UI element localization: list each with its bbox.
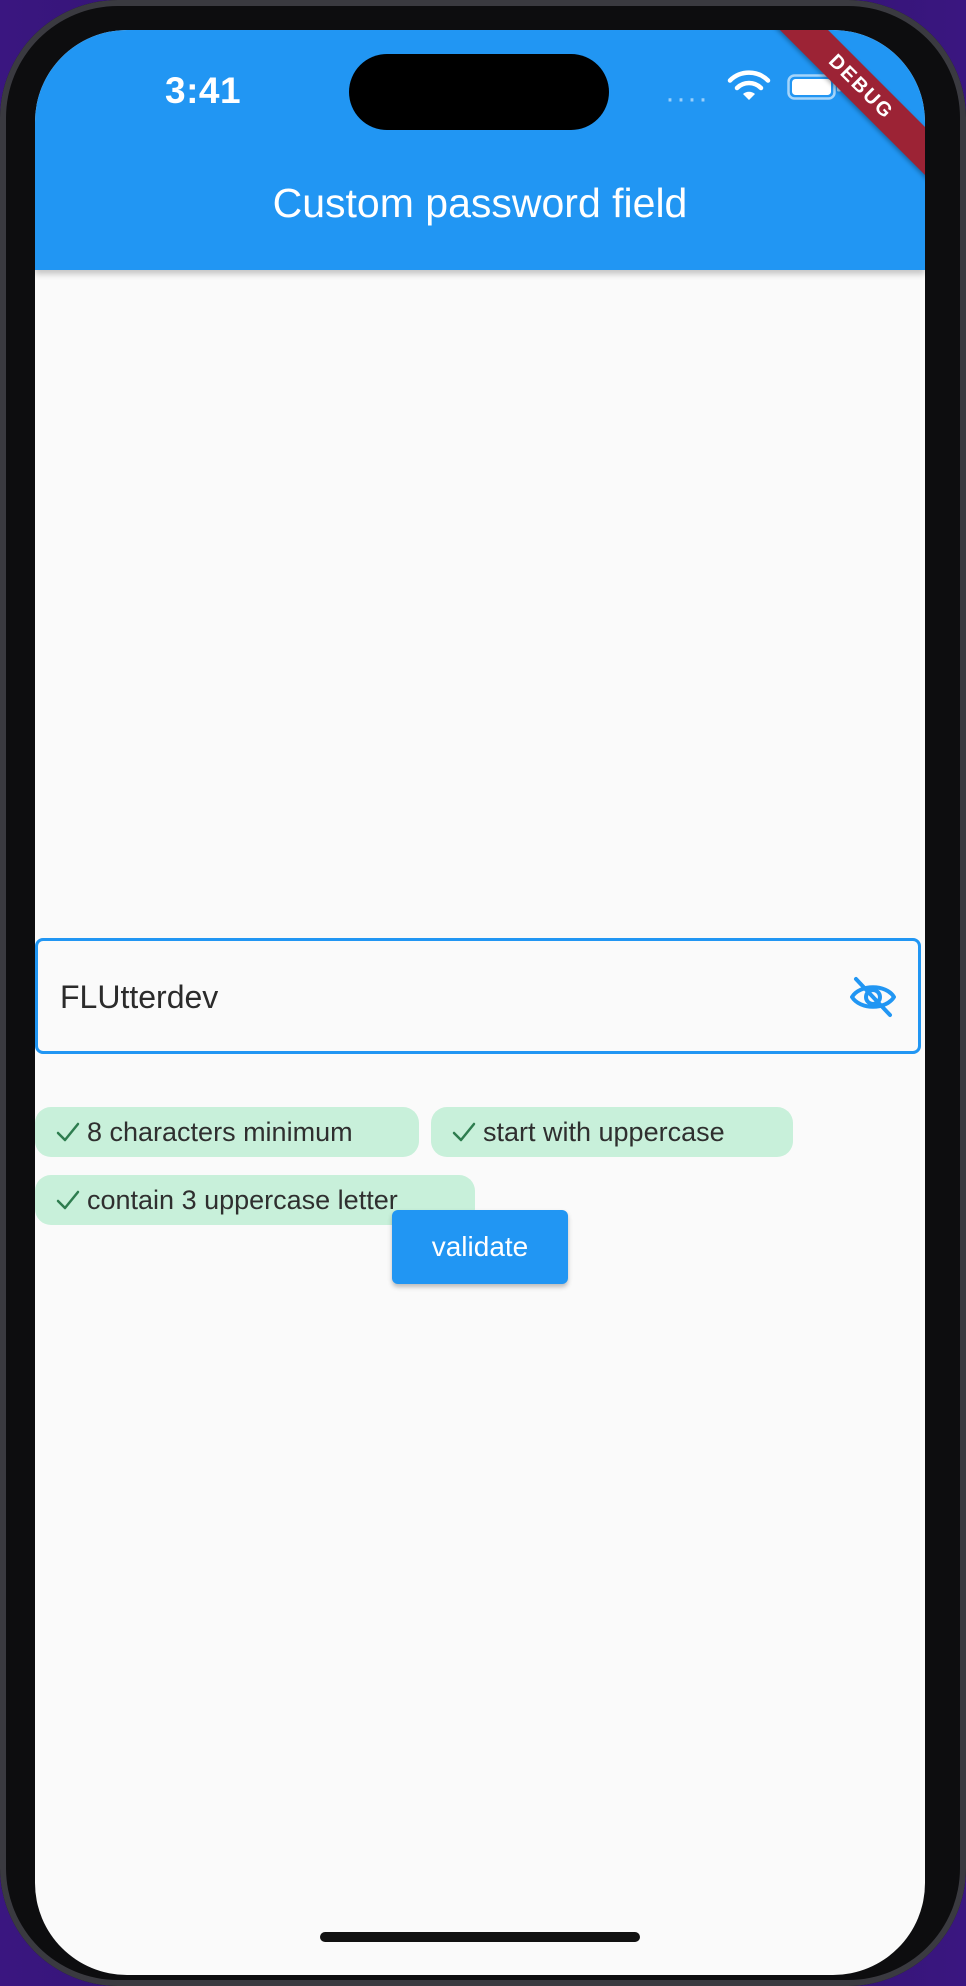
rule-chip-label: contain 3 uppercase letter <box>87 1184 398 1215</box>
visibility-off-icon[interactable] <box>848 975 898 1019</box>
dynamic-island <box>349 54 609 130</box>
cellular-signal-icon: ···· <box>665 82 709 115</box>
app-title: Custom password field <box>272 180 688 226</box>
home-indicator[interactable] <box>320 1932 640 1942</box>
check-icon <box>56 1190 80 1210</box>
check-icon <box>452 1122 476 1142</box>
password-field[interactable]: FLUtterdev <box>35 938 921 1054</box>
rule-chip-label: 8 characters minimum <box>87 1116 353 1147</box>
rule-chip-min-length: 8 characters minimum <box>35 1107 419 1157</box>
status-time: 3:41 <box>165 70 242 111</box>
check-icon <box>56 1122 80 1142</box>
password-input-value[interactable]: FLUtterdev <box>60 979 218 1016</box>
rule-chip-label: start with uppercase <box>483 1116 725 1147</box>
app-bar: 3:41 ···· Custom password field <box>35 30 925 270</box>
validate-button[interactable]: validate <box>392 1210 568 1284</box>
rule-chip-start-uppercase: start with uppercase <box>431 1107 793 1157</box>
app-screen: 3:41 ···· Custom password field DEBUG FL… <box>35 30 925 1975</box>
wifi-icon <box>727 70 771 100</box>
